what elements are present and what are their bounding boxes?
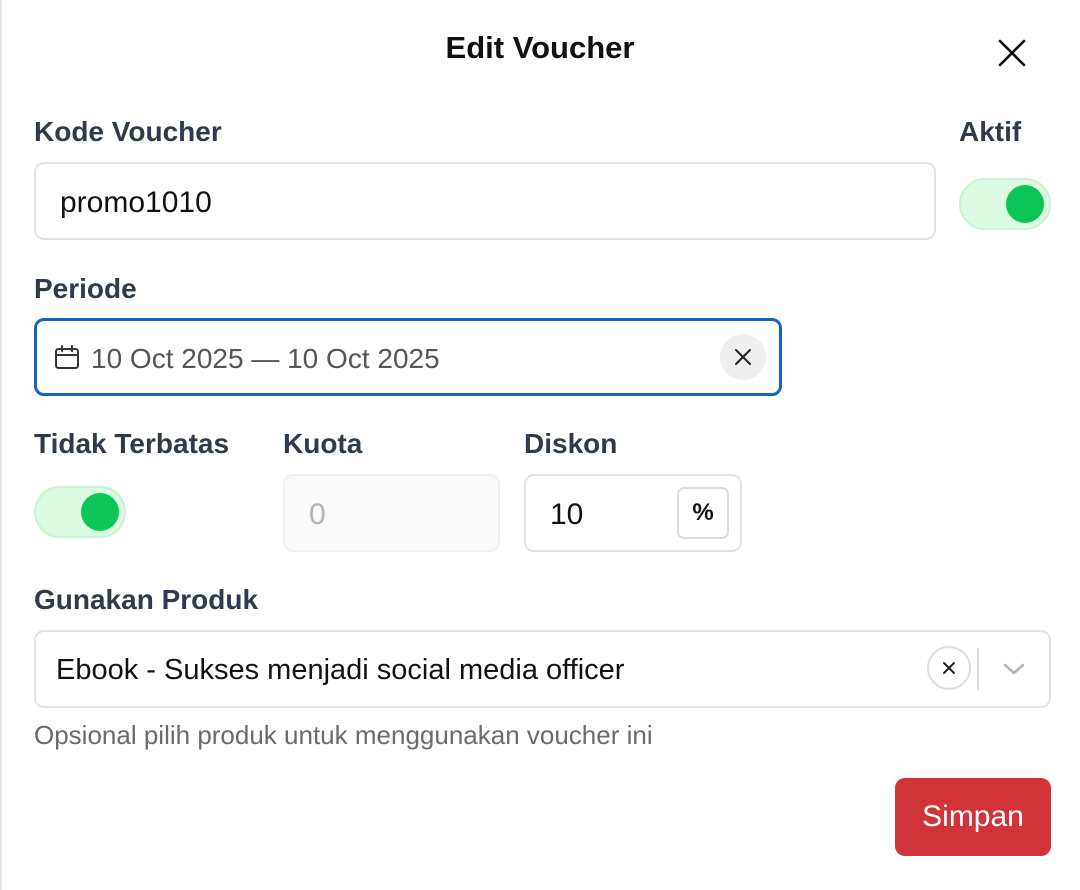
product-select-divider — [977, 648, 979, 690]
discount-input[interactable]: 10 % — [524, 474, 742, 552]
modal-left-border — [0, 0, 2, 890]
product-clear-button[interactable] — [927, 646, 971, 690]
close-icon — [998, 39, 1026, 67]
product-value: Ebook - Sukses menjadi social media offi… — [56, 654, 625, 686]
period-value: 10 Oct 2025 — 10 Oct 2025 — [91, 343, 440, 374]
unlimited-label: Tidak Terbatas — [34, 428, 230, 459]
modal-title: Edit Voucher — [445, 30, 635, 65]
quota-input[interactable]: 0 — [283, 474, 500, 552]
product-select[interactable]: Ebook - Sukses menjadi social media offi… — [34, 630, 1051, 708]
close-button[interactable] — [990, 33, 1034, 73]
discount-label: Diskon — [524, 428, 618, 459]
discount-unit-badge: % — [677, 487, 729, 539]
voucher-code-value: promo1010 — [60, 186, 212, 219]
product-label: Gunakan Produk — [34, 584, 259, 615]
unlimited-toggle-knob — [81, 493, 119, 531]
period-date-range-input[interactable]: 10 Oct 2025 — 10 Oct 2025 — [34, 318, 782, 396]
chevron-down-icon[interactable] — [1001, 660, 1027, 678]
voucher-code-label: Kode Voucher — [34, 116, 222, 147]
active-label: Aktif — [959, 116, 1022, 147]
voucher-code-input[interactable]: promo1010 — [34, 162, 936, 240]
active-toggle[interactable] — [959, 178, 1051, 230]
quota-label: Kuota — [283, 428, 363, 459]
product-helper-text: Opsional pilih produk untuk menggunakan … — [34, 720, 653, 750]
active-toggle-knob — [1006, 185, 1044, 223]
unlimited-toggle[interactable] — [34, 486, 126, 538]
period-label: Periode — [34, 273, 137, 304]
quota-value: 0 — [309, 498, 326, 531]
calendar-icon — [55, 345, 79, 369]
close-icon — [943, 662, 955, 674]
discount-value: 10 — [550, 498, 584, 531]
close-icon — [735, 349, 751, 365]
period-clear-button[interactable] — [720, 334, 766, 380]
save-button[interactable]: Simpan — [895, 778, 1051, 856]
